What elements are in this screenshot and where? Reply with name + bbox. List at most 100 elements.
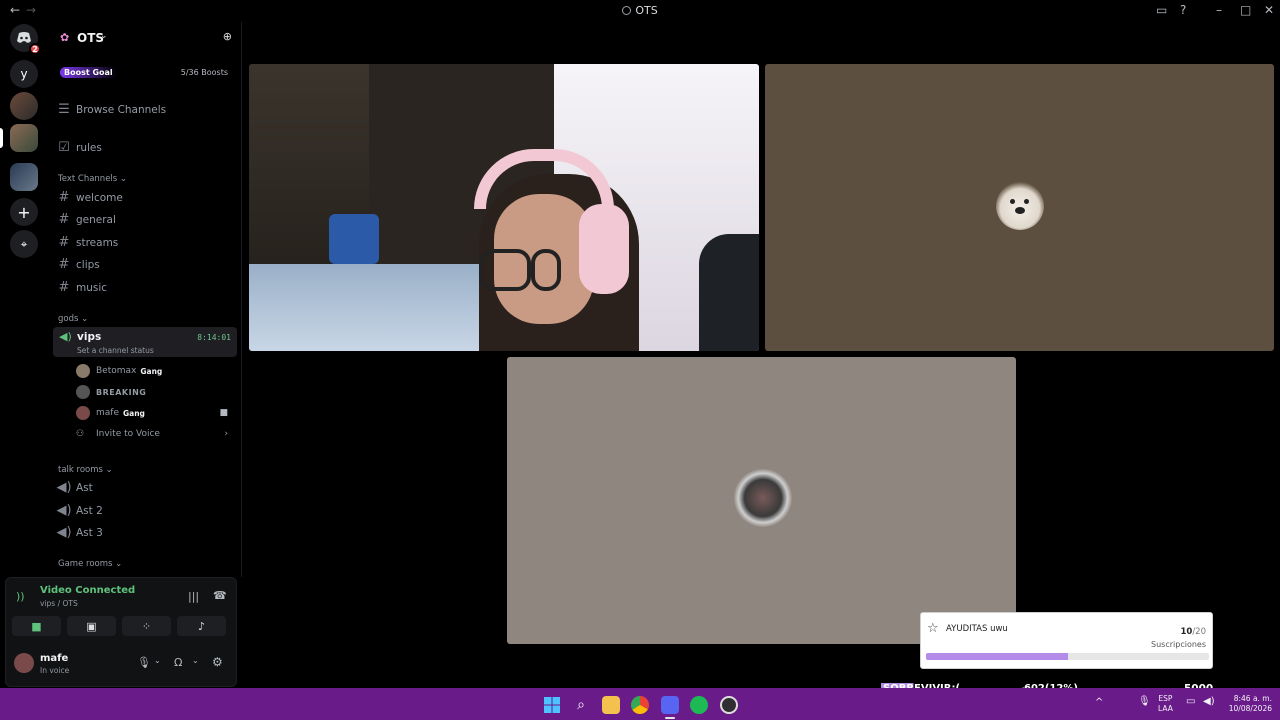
browse-channels-label: Browse Channels xyxy=(76,103,167,116)
close-button[interactable]: ✕ xyxy=(1264,3,1274,17)
active-app-indicator xyxy=(665,717,675,719)
windows-start-icon[interactable] xyxy=(543,696,561,714)
screen-share-button[interactable]: ▣ xyxy=(67,616,116,636)
selected-server-pill xyxy=(0,128,3,148)
search-icon[interactable]: ⌕ xyxy=(572,696,590,714)
network-icon[interactable]: ▭ xyxy=(1186,697,1195,707)
add-server-label: + xyxy=(17,202,31,222)
voice-member[interactable]: mafe Gang ■ xyxy=(76,404,232,422)
channel-welcome[interactable]: # welcome xyxy=(54,187,238,208)
boost-goal-bar[interactable]: Boost Goal 5/36 Boosts xyxy=(54,64,238,82)
avatar[interactable] xyxy=(14,653,34,673)
chevron-down-icon[interactable]: ⌄ xyxy=(154,656,161,665)
sub-total: /20 xyxy=(1192,627,1206,637)
category-gods-label: gods xyxy=(58,314,79,324)
server-badge-icon: ✿ xyxy=(60,31,70,44)
hash-icon: # xyxy=(58,212,70,227)
add-server-icon[interactable]: + xyxy=(10,198,38,226)
volume-icon[interactable]: ◀) xyxy=(1203,697,1215,707)
voice-member[interactable]: Betomax Gang xyxy=(76,362,232,380)
noise-suppression-icon[interactable]: ||| xyxy=(188,590,199,603)
category-text-channels[interactable]: Text Channels ⌄ xyxy=(58,174,127,184)
voice-channel-ast-2[interactable]: ◀) Ast 2 xyxy=(54,500,238,521)
explore-servers-icon[interactable]: ⌖ xyxy=(10,230,38,258)
channel-rules[interactable]: ☑ rules xyxy=(54,137,238,158)
inbox-icon[interactable]: ▭ xyxy=(1156,3,1167,17)
chevron-down-icon: ⌄ xyxy=(100,31,108,41)
hash-icon: # xyxy=(58,190,70,205)
discord-taskbar-icon[interactable] xyxy=(661,696,679,714)
server-folder-icon[interactable] xyxy=(10,163,38,191)
boost-goal-label: Boost Goal xyxy=(60,67,117,78)
voice-channel-vips[interactable]: ◀) vips 8:14:01 Set a channel status xyxy=(53,327,237,357)
voice-connection-panel: )) Video Connected vips / OTS ||| ☎ ■ ▣ … xyxy=(5,577,237,687)
language-indicator[interactable]: ESP LAA xyxy=(1158,694,1173,714)
channel-label: Ast 3 xyxy=(76,526,103,539)
channel-general[interactable]: # general xyxy=(54,209,238,230)
sub-goal-progress xyxy=(926,653,1209,660)
category-gods[interactable]: gods ⌄ xyxy=(58,314,88,324)
video-tile-avatar-breaking[interactable] xyxy=(507,357,1016,644)
minimize-button[interactable]: – xyxy=(1216,3,1222,17)
member-name: Betomax xyxy=(96,366,137,376)
lang-code: ESP xyxy=(1158,694,1173,703)
help-icon[interactable]: ? xyxy=(1180,3,1186,17)
browse-channels-item[interactable]: ☰ Browse Channels xyxy=(54,99,238,120)
dog-eye xyxy=(1010,199,1015,204)
server-header[interactable]: ✿ OTS ⌄ ⊕ xyxy=(48,22,241,54)
category-game-rooms[interactable]: Game rooms ⌄ xyxy=(58,559,122,569)
server-y-label: y xyxy=(20,67,28,81)
voice-channel-ast[interactable]: ◀) Ast xyxy=(54,477,238,498)
file-explorer-icon[interactable] xyxy=(602,696,620,714)
voice-channel-name: vips xyxy=(77,331,102,343)
server-avatar-1[interactable] xyxy=(10,92,38,120)
obs-icon[interactable] xyxy=(720,696,738,714)
star-icon: ☆ xyxy=(927,621,939,636)
signal-icon[interactable]: )) xyxy=(16,590,25,603)
server-ots-icon[interactable] xyxy=(10,124,38,152)
maximize-button[interactable]: □ xyxy=(1240,3,1251,17)
glasses-right xyxy=(531,249,561,291)
invite-to-voice[interactable]: ⚇ Invite to Voice › xyxy=(76,425,232,443)
camera-button[interactable]: ■ xyxy=(12,616,61,636)
server-y-icon[interactable]: y xyxy=(10,60,38,88)
tray-overflow-icon[interactable]: ^ xyxy=(1095,698,1103,708)
member-name: mafe xyxy=(96,408,119,418)
channel-streams[interactable]: # streams xyxy=(54,232,238,253)
category-talk-rooms[interactable]: talk rooms ⌄ xyxy=(58,465,113,475)
system-clock[interactable]: 8:46 a. m. 10/08/2026 xyxy=(1226,694,1272,714)
speaker-icon: ◀) xyxy=(56,525,72,540)
headphones-icon[interactable]: Ω xyxy=(174,656,182,669)
voice-channel-ast-3[interactable]: ◀) Ast 3 xyxy=(54,522,238,543)
chrome-icon[interactable] xyxy=(631,696,649,714)
activities-button[interactable]: ⁘ xyxy=(122,616,171,636)
channel-music[interactable]: # music xyxy=(54,277,238,298)
channel-clips[interactable]: # clips xyxy=(54,254,238,275)
tray-microphone-icon[interactable]: 🎙 xyxy=(1138,697,1151,707)
gear-icon[interactable]: ⚙ xyxy=(212,655,223,669)
speaker-icon: ◀) xyxy=(56,480,72,495)
channel-status-prompt[interactable]: Set a channel status xyxy=(77,346,154,355)
soundboard-button[interactable]: ♪ xyxy=(177,616,226,636)
chevron-down-icon[interactable]: ⌄ xyxy=(192,656,199,665)
voice-member[interactable]: BREAKING xyxy=(76,383,232,401)
video-tile-webcam[interactable] xyxy=(249,64,759,351)
channel-label: clips xyxy=(76,258,100,271)
soundboard-icon: ♪ xyxy=(197,619,206,633)
member-tag: Gang xyxy=(140,366,163,376)
dog-eye xyxy=(1024,199,1029,204)
avatar xyxy=(734,469,792,527)
voice-location[interactable]: vips / OTS xyxy=(40,599,78,608)
voice-status[interactable]: Video Connected xyxy=(40,585,135,596)
channel-label: music xyxy=(76,281,108,294)
discord-home-icon[interactable]: 2 xyxy=(10,24,41,55)
invite-people-icon[interactable]: ⊕ xyxy=(223,30,232,43)
invite-label: Invite to Voice xyxy=(96,429,160,439)
video-tile-avatar-dog[interactable] xyxy=(765,64,1274,351)
camera-icon: ■ xyxy=(219,408,228,418)
microphone-icon[interactable]: 🎙 xyxy=(137,656,151,669)
spotify-icon[interactable] xyxy=(690,696,708,714)
rules-label: rules xyxy=(76,141,102,154)
disconnect-icon[interactable]: ☎ xyxy=(213,589,227,602)
speaker-icon: ◀) xyxy=(56,503,72,518)
